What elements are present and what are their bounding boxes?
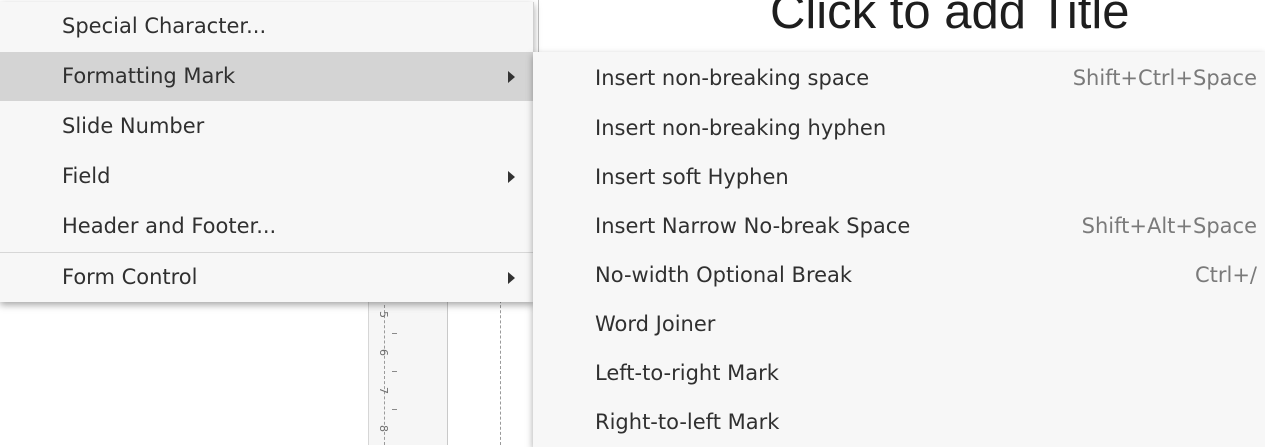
window-divider xyxy=(538,0,539,52)
menu-item-label: Insert non-breaking space xyxy=(595,66,870,90)
menu-item-insert-non-breaking-hyphen[interactable]: Insert non-breaking hyphen xyxy=(533,104,1265,153)
slide-title-placeholder[interactable]: Click to add Title xyxy=(770,0,1130,40)
menu-item-no-width-optional-break[interactable]: No-width Optional Break Ctrl+/ xyxy=(533,251,1265,300)
ruler-number: 7 xyxy=(377,387,390,394)
menu-item-label: Slide Number xyxy=(62,114,205,138)
menu-item-label: Formatting Mark xyxy=(62,64,236,88)
ruler-tick xyxy=(392,333,397,334)
insert-menu: Special Character... Formatting Mark Sli… xyxy=(0,2,534,302)
menu-item-label: Insert soft Hyphen xyxy=(595,165,789,189)
submenu-arrow-icon xyxy=(508,171,515,183)
ruler-number: 8 xyxy=(377,425,390,432)
shortcut-label: Ctrl+/ xyxy=(1194,263,1257,287)
shortcut-label: Shift+Alt+Space xyxy=(1081,214,1257,238)
menu-item-insert-soft-hyphen[interactable]: Insert soft Hyphen xyxy=(533,153,1265,202)
menu-item-slide-number[interactable]: Slide Number xyxy=(0,102,533,151)
menu-item-label: Word Joiner xyxy=(595,312,716,336)
menu-item-formatting-mark[interactable]: Formatting Mark xyxy=(0,52,533,101)
menu-item-special-character[interactable]: Special Character... xyxy=(0,2,533,51)
ruler-number: 5 xyxy=(377,311,390,318)
slide-boundary xyxy=(500,295,502,445)
menu-item-form-control[interactable]: Form Control xyxy=(0,253,533,302)
ruler-ticks: 5 6 7 8 xyxy=(377,305,415,445)
ruler-tick xyxy=(392,371,397,372)
ruler-number: 6 xyxy=(377,349,390,356)
menu-item-label: Insert non-breaking hyphen xyxy=(595,116,887,140)
menu-item-insert-narrow-no-break-space[interactable]: Insert Narrow No-break Space Shift+Alt+S… xyxy=(533,202,1265,251)
menu-item-field[interactable]: Field xyxy=(0,152,533,201)
menu-item-label: Right-to-left Mark xyxy=(595,410,780,434)
menu-item-label: Special Character... xyxy=(62,14,267,38)
menu-item-label: Field xyxy=(62,164,111,188)
menu-item-label: Header and Footer... xyxy=(62,214,277,238)
menu-item-left-to-right-mark[interactable]: Left-to-right Mark xyxy=(533,349,1265,398)
menu-item-label: Form Control xyxy=(62,265,198,289)
ruler-tick xyxy=(392,409,397,410)
menu-item-label: No-width Optional Break xyxy=(595,263,853,287)
menu-item-word-joiner[interactable]: Word Joiner xyxy=(533,300,1265,349)
menu-item-label: Insert Narrow No-break Space xyxy=(595,214,911,238)
submenu-arrow-icon xyxy=(508,71,515,83)
formatting-mark-submenu: Insert non-breaking space Shift+Ctrl+Spa… xyxy=(533,52,1265,447)
shortcut-label: Shift+Ctrl+Space xyxy=(1072,66,1257,90)
menu-item-insert-non-breaking-space[interactable]: Insert non-breaking space Shift+Ctrl+Spa… xyxy=(533,54,1265,103)
submenu-arrow-icon xyxy=(508,272,515,284)
menu-item-label: Left-to-right Mark xyxy=(595,361,779,385)
menu-item-right-to-left-mark[interactable]: Right-to-left Mark xyxy=(533,398,1265,447)
menu-item-header-and-footer[interactable]: Header and Footer... xyxy=(0,202,533,251)
